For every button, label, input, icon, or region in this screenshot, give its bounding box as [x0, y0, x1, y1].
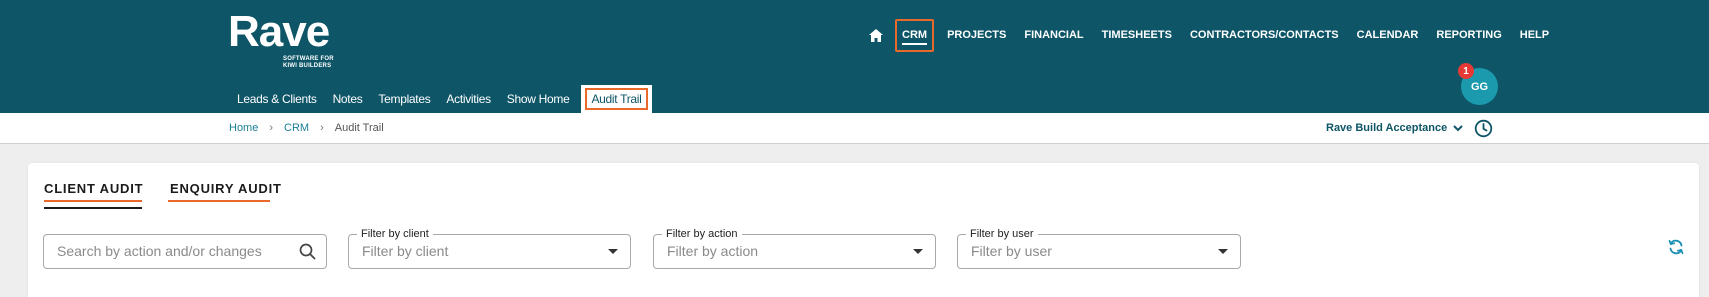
- tab-client-audit-underline: [44, 207, 142, 209]
- logo-wordmark: Rave: [228, 7, 330, 56]
- nav-home[interactable]: [861, 19, 891, 52]
- breadcrumb-current: Audit Trail: [334, 122, 384, 134]
- breadcrumb-crm[interactable]: CRM: [284, 122, 309, 134]
- nav-financial[interactable]: FINANCIAL: [1015, 19, 1092, 52]
- subnav-leads-clients[interactable]: Leads & Clients: [229, 85, 325, 113]
- top-header: Rave SOFTWARE FOR KIWI BUILDERS CRM PROJ…: [0, 0, 1709, 113]
- tab-client-audit-indicator: [44, 200, 142, 202]
- main-navigation: CRM PROJECTS FINANCIAL TIMESHEETS CONTRA…: [861, 19, 1558, 52]
- dropdown-arrow-icon: [1218, 249, 1228, 254]
- search-icon[interactable]: [299, 243, 316, 260]
- nav-reporting[interactable]: REPORTING: [1427, 19, 1510, 52]
- project-selector-value: Rave Build Acceptance: [1326, 122, 1448, 134]
- filter-user-select[interactable]: Filter by user Filter by user: [957, 227, 1241, 269]
- breadcrumb-home[interactable]: Home: [229, 122, 258, 134]
- filter-action-placeholder: Filter by action: [667, 243, 759, 259]
- nav-timesheets[interactable]: TIMESHEETS: [1093, 19, 1181, 52]
- logo-tagline: SOFTWARE FOR KIWI BUILDERS: [283, 56, 334, 69]
- filter-action-select[interactable]: Filter by action Filter by action: [653, 227, 936, 269]
- filter-client-select[interactable]: Filter by client Filter by client: [348, 227, 631, 269]
- subnav-audit-trail[interactable]: Audit Trail: [581, 85, 652, 113]
- search-placeholder: Search by action and/or changes: [57, 243, 262, 259]
- breadcrumb-bar: Home › CRM › Audit Trail Rave Build Acce…: [0, 113, 1709, 144]
- notification-badge[interactable]: 1: [1458, 63, 1474, 79]
- nav-calendar[interactable]: CALENDAR: [1348, 19, 1428, 52]
- breadcrumb-separator: ›: [320, 122, 324, 134]
- sub-navigation: Leads & Clients Notes Templates Activiti…: [229, 85, 652, 113]
- clock-history-icon[interactable]: [1474, 119, 1493, 138]
- breadcrumb-separator: ›: [269, 122, 274, 134]
- breadcrumb: Home › CRM › Audit Trail: [229, 113, 384, 143]
- home-icon: [869, 29, 883, 42]
- nav-help[interactable]: HELP: [1511, 19, 1558, 52]
- filter-client-placeholder: Filter by client: [362, 243, 449, 259]
- search-input[interactable]: Search by action and/or changes: [43, 234, 327, 269]
- tab-enquiry-audit[interactable]: ENQUIRY AUDIT: [170, 181, 282, 196]
- subnav-show-home[interactable]: Show Home: [499, 85, 578, 113]
- filter-user-placeholder: Filter by user: [971, 243, 1052, 259]
- refresh-icon[interactable]: [1668, 239, 1684, 255]
- nav-crm[interactable]: CRM: [895, 19, 935, 52]
- nav-projects[interactable]: PROJECTS: [938, 19, 1015, 52]
- tab-enquiry-audit-indicator: [168, 200, 270, 202]
- chevron-down-icon: [1453, 124, 1463, 131]
- subnav-templates[interactable]: Templates: [370, 85, 438, 113]
- subnav-notes[interactable]: Notes: [325, 85, 371, 113]
- tab-client-audit[interactable]: CLIENT AUDIT: [44, 181, 143, 196]
- project-selector[interactable]: Rave Build Acceptance: [1326, 113, 1463, 143]
- rave-logo[interactable]: Rave SOFTWARE FOR KIWI BUILDERS: [228, 7, 334, 70]
- subnav-audit-trail-label: Audit Trail: [585, 88, 648, 110]
- audit-card: CLIENT AUDIT ENQUIRY AUDIT Search by act…: [28, 163, 1699, 297]
- dropdown-arrow-icon: [913, 249, 923, 254]
- dropdown-arrow-icon: [608, 249, 618, 254]
- subnav-activities[interactable]: Activities: [438, 85, 498, 113]
- nav-contractors-contacts[interactable]: CONTRACTORS/CONTACTS: [1181, 19, 1348, 52]
